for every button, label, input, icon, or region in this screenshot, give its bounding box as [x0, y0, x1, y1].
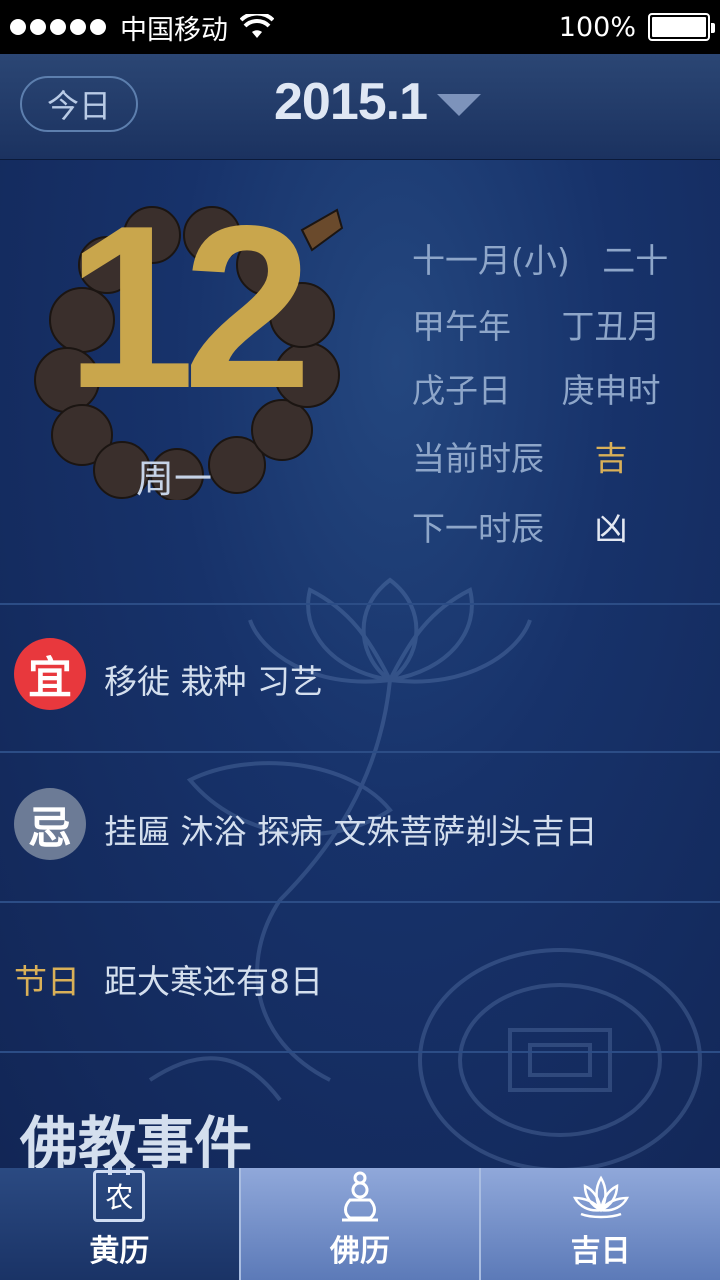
current-hour-label: 当前时辰: [412, 439, 544, 478]
avoid-badge: 忌: [14, 788, 86, 860]
status-bar: 中国移动 100%: [0, 0, 720, 54]
current-hour-value: 吉: [594, 439, 628, 478]
month-ganzhi: 丁丑月: [561, 307, 661, 346]
navigation-bar: 今日 2015.1: [0, 54, 720, 160]
buddhist-events-title: 佛教事件: [20, 1110, 253, 1168]
today-button[interactable]: 今日: [20, 76, 138, 132]
festival-label: 节日: [14, 962, 80, 1001]
next-hour-label: 下一时辰: [412, 509, 544, 548]
year-ganzhi: 甲午年: [412, 307, 511, 346]
avoid-section[interactable]: 忌 挂匾 沐浴 探病 文殊菩萨剃头吉日: [0, 751, 720, 901]
weekday-label: 周一: [136, 457, 213, 501]
festival-text: 距大寒还有8日: [104, 962, 323, 1001]
lotus-icon: [572, 1175, 629, 1219]
tab-auspicious-days-label: 吉日: [570, 1234, 631, 1269]
suitable-badge: 宜: [14, 638, 86, 710]
tab-almanac[interactable]: 农 黄历: [0, 1165, 241, 1280]
carrier-name: 中国移动: [120, 14, 228, 46]
buddha-icon: [342, 1171, 378, 1222]
next-hour-value: 凶: [594, 509, 628, 548]
caret-down-icon: [437, 94, 482, 116]
battery-percent: 100%: [558, 11, 636, 43]
signal-strength-icon: [10, 19, 106, 35]
avoid-items: 挂匾 沐浴 探病 文殊菩萨剃头吉日: [104, 812, 598, 851]
lunar-month: 十一月(小): [412, 241, 570, 280]
tab-buddhist-calendar-label: 佛历: [330, 1234, 390, 1269]
battery-icon: [648, 13, 715, 41]
day-number: 12: [65, 178, 312, 437]
tab-almanac-label: 黄历: [89, 1234, 150, 1269]
calendar-icon: 农: [93, 1165, 146, 1222]
tab-buddhist-calendar[interactable]: 佛历: [240, 1168, 482, 1280]
suitable-section[interactable]: 宜 移徙 栽种 习艺: [0, 603, 720, 751]
buddhist-events-section: 佛教事件: [0, 1051, 720, 1168]
almanac-content: 12 周一 十一月(小) 二十 甲午年 丁丑月 戊子日 庚申时 当前时辰 吉 下…: [0, 160, 720, 1168]
wifi-icon: [240, 14, 274, 38]
tab-bar: 农 黄历 佛历 吉日: [0, 1165, 720, 1280]
month-selector[interactable]: 2015.1: [274, 72, 482, 132]
day-ganzhi: 戊子日: [412, 371, 511, 410]
festival-section[interactable]: 节日 距大寒还有8日: [0, 901, 720, 1051]
month-title: 2015.1: [274, 73, 428, 131]
hour-ganzhi: 庚申时: [561, 371, 661, 410]
suitable-items: 移徙 栽种 习艺: [104, 662, 323, 701]
lunar-day: 二十: [602, 241, 669, 280]
tab-auspicious-days[interactable]: 吉日: [481, 1168, 720, 1280]
